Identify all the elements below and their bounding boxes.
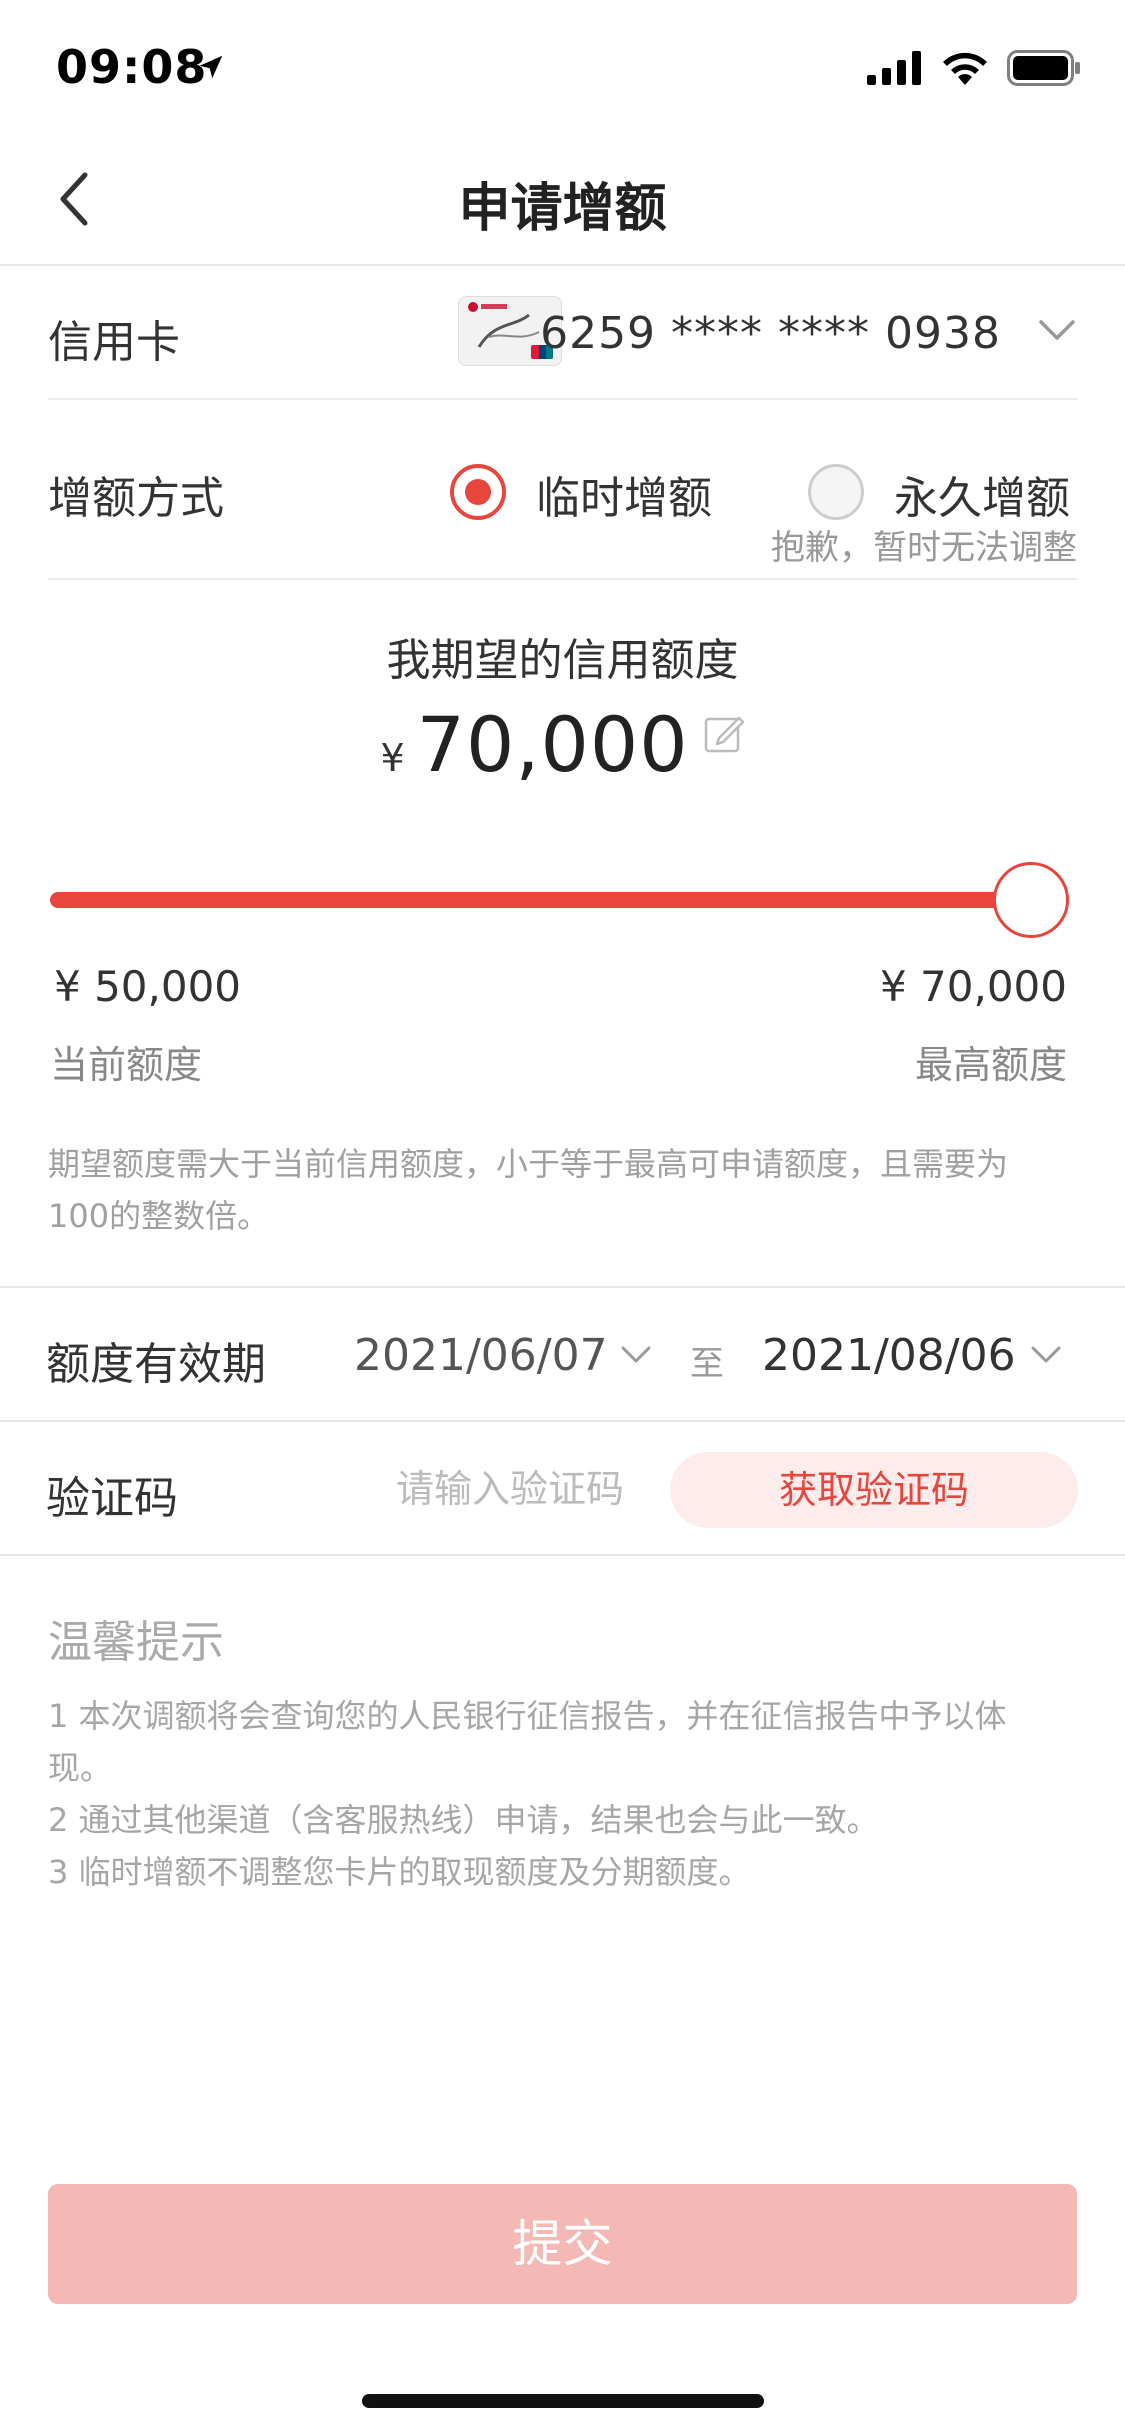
expected-limit-value: 70,000 <box>416 700 689 789</box>
verification-code-row: 验证码 获取验证码 <box>0 1422 1125 1556</box>
current-limit-label: 当前额度 <box>50 1043 203 1087</box>
tips-list: 1 本次调额将会查询您的人民银行征信报告，并在征信报告中予以体现。 2 通过其他… <box>48 1690 1065 1898</box>
nav-bar: 申请增额 <box>0 132 1125 266</box>
card-number: 6259 **** **** 0938 <box>540 308 1001 359</box>
page-title: 申请增额 <box>458 179 667 239</box>
validity-label: 额度有效期 <box>46 1339 266 1390</box>
tip-item: 1 本次调额将会查询您的人民银行征信报告，并在征信报告中予以体现。 <box>48 1697 1007 1787</box>
expected-limit-amount: ¥70,000 <box>0 700 1125 790</box>
start-date-picker[interactable]: 2021/06/07 <box>354 1330 608 1381</box>
increase-method-row: 增额方式 临时增额 永久增额 抱歉，暂时无法调整 <box>48 400 1077 580</box>
location-arrow-icon <box>199 55 223 79</box>
radio-temporary-label[interactable]: 临时增额 <box>536 462 712 526</box>
verification-code-input[interactable] <box>396 1458 650 1520</box>
radio-permanent[interactable] <box>808 464 864 520</box>
wifi-icon <box>943 52 987 85</box>
method-label: 增额方式 <box>48 473 224 524</box>
tip-item: 3 临时增额不调整您卡片的取现额度及分期额度。 <box>48 1853 751 1891</box>
tip-item: 2 通过其他渠道（含客服热线）申请，结果也会与此一致。 <box>48 1801 879 1839</box>
limit-slider[interactable] <box>50 858 1069 942</box>
card-selector[interactable]: 信用卡 6259 **** **** 0938 <box>48 266 1077 400</box>
battery-icon <box>1007 50 1080 86</box>
max-limit-value: ¥ 70,000 <box>879 962 1067 1011</box>
status-bar: 09:08 <box>0 0 1125 132</box>
chevron-down-icon <box>1039 320 1075 340</box>
status-time: 09:08 <box>56 40 208 94</box>
max-limit-label: 最高额度 <box>914 1043 1067 1087</box>
get-code-button[interactable]: 获取验证码 <box>670 1452 1078 1528</box>
radio-temporary[interactable] <box>450 464 506 520</box>
chevron-down-icon[interactable] <box>620 1344 652 1366</box>
slider-track[interactable] <box>50 892 1029 908</box>
submit-button[interactable]: 提交 <box>48 2184 1077 2304</box>
slider-thumb[interactable] <box>993 862 1069 938</box>
signal-icon <box>867 51 921 85</box>
home-indicator <box>362 2394 764 2408</box>
edit-icon[interactable] <box>703 712 745 754</box>
permanent-unavailable-note: 抱歉，暂时无法调整 <box>771 528 1077 568</box>
card-label: 信用卡 <box>48 317 180 368</box>
currency-symbol: ¥ <box>380 736 405 780</box>
date-separator: 至 <box>690 1344 724 1384</box>
end-date-picker[interactable]: 2021/08/06 <box>762 1330 1016 1381</box>
current-limit-value: ¥ 50,000 <box>54 962 242 1011</box>
chevron-down-icon[interactable] <box>1030 1344 1062 1366</box>
status-indicators <box>867 50 1081 86</box>
expected-limit-title: 我期望的信用额度 <box>386 635 739 686</box>
tips-title: 温馨提示 <box>48 1617 224 1668</box>
validity-period-row: 额度有效期 2021/06/07 至 2021/08/06 <box>0 1286 1125 1422</box>
radio-permanent-label[interactable]: 永久增额 <box>894 462 1070 526</box>
limit-hint: 期望额度需大于当前信用额度，小于等于最高可申请额度，且需要为100的整数倍。 <box>48 1145 1009 1235</box>
verify-label: 验证码 <box>46 1473 178 1524</box>
